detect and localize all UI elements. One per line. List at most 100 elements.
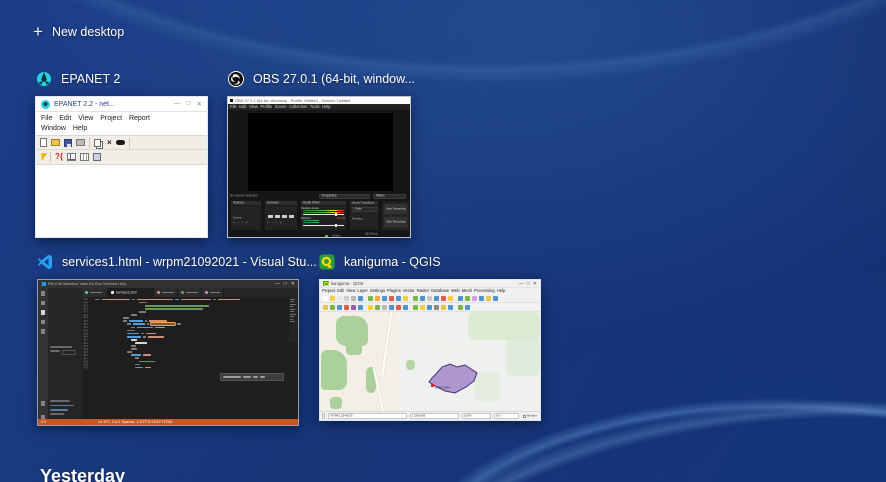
account-icon [40, 401, 46, 406]
qgis-window-controls: — □ ✕ [519, 281, 537, 287]
qgis-tool-icon [337, 304, 342, 310]
qgis-tool-icon [358, 304, 363, 310]
qgis-thumbnail[interactable]: kaniguma - QGIS — □ ✕ Project Edit View … [319, 279, 541, 421]
qgis-tool-icon [441, 304, 446, 310]
window-group-label-obs[interactable]: OBS 27.0.1 (64-bit, window... [228, 71, 415, 87]
obs-properties-chip: Properties [318, 193, 371, 199]
obs-transition-select: Fade [352, 207, 378, 212]
obs-sources-panel: Sources You don't have any sources.Click… [264, 200, 298, 232]
epanet-window-icon [41, 99, 50, 109]
obs-duration-label: Duration [352, 216, 363, 220]
obs-mixer-header: Audio Mixer [303, 201, 320, 205]
obs-audio-meter [303, 209, 344, 211]
vscode-window-controls: — □ ✕ [275, 281, 295, 287]
qgis-toolbar-row1 [320, 294, 540, 303]
vscode-code-lines [93, 298, 287, 369]
qgis-tool-icon [375, 304, 380, 310]
obs-filters-chip: Filters [373, 193, 407, 199]
window-group-label-vscode[interactable]: services1.html - wrpm21092021 - Visual S… [37, 254, 317, 270]
obs-menu-bar: File Edit View Profile Scene Collection … [228, 104, 410, 110]
obs-scenes-panel: Scenes Scene + − ^ v [230, 200, 262, 232]
qgis-tool-icon [403, 295, 408, 301]
new-desktop-label: New desktop [51, 24, 125, 39]
qgis-status-item: 100% [461, 413, 492, 419]
vscode-group-title: services1.html - wrpm21092021 - Visual S… [62, 255, 317, 269]
vscode-sidebar: WRPM21092021 [48, 288, 82, 419]
qgis-tool-icon [448, 304, 453, 310]
explorer-icon [40, 291, 46, 296]
obs-mixer2-label: Mic/Aux [301, 217, 311, 220]
qgis-tool-icon [358, 295, 363, 301]
qgis-status-bar: Type to locate (Ctrl+K) 767842,23450351:… [320, 411, 540, 420]
epanet-workspace [36, 165, 207, 226]
vscode-tab-bar: services1.html [82, 288, 298, 297]
qgis-tool-icon [420, 295, 425, 301]
vscode-editor: 448 449 450 451 452 453 454 455 456 457 … [82, 297, 289, 419]
qgis-tool-icon [465, 295, 470, 301]
open-file-icon [51, 139, 60, 147]
epanet-window-controls: — □ ✕ [174, 100, 202, 108]
epanet-toolbar-standard: × [36, 135, 207, 151]
vscode-find-widget [220, 373, 284, 381]
obs-volume-slider [303, 213, 344, 217]
polygon-label: KANIGUMA [435, 386, 450, 390]
window-group-label-qgis[interactable]: kaniguma - QGIS [319, 254, 441, 270]
obs-status-bar: 0 kb/s 30.00 fps [228, 230, 410, 237]
delete-icon: × [107, 137, 112, 147]
obs-thumbnail[interactable]: OBS 27.0.1 (64-bit, windows) - Profile: … [227, 96, 411, 238]
qgis-tool-icon [403, 304, 408, 310]
qgis-tool-icon [337, 295, 342, 301]
vscode-tab [202, 288, 224, 297]
qgis-tool-icon [351, 304, 356, 310]
epanet-menu-row1: File Edit View Project Report [41, 115, 150, 122]
obs-no-source-label: No source selected [230, 194, 258, 198]
qgis-tool-icon [368, 295, 373, 301]
options-icon [93, 153, 101, 162]
qgis-tool-icon [427, 304, 432, 310]
obs-mixer1-label: Desktop Audio [301, 206, 320, 209]
vscode-status-bar: 0 0 Ln 470, Col 1 Spaces: 4 UTF-8 CRLF H… [38, 419, 298, 425]
qgis-tool-icon [382, 304, 387, 310]
qgis-locate-box: Type to locate (Ctrl+K) [322, 413, 325, 419]
qgis-status-item: Render [522, 413, 540, 419]
obs-audio-meter [303, 222, 344, 224]
run-analysis-icon [38, 153, 48, 162]
obs-sources-header: Sources [267, 201, 279, 205]
minimize-icon: — [274, 281, 280, 287]
maximize-icon: □ [526, 280, 530, 287]
obs-preview-canvas [248, 113, 393, 191]
epanet-window-title: EPANET 2.2 - net... [54, 100, 115, 108]
vscode-app-icon [37, 254, 53, 270]
close-icon: ✕ [290, 281, 295, 287]
vscode-thumbnail[interactable]: File Edit Selection View Go Run Terminal… [37, 279, 299, 426]
qgis-tool-icon [420, 304, 425, 310]
qgis-tool-icon [465, 304, 470, 310]
epanet-title-bar: EPANET 2.2 - net... — □ ✕ [36, 97, 207, 112]
new-desktop-button[interactable]: + New desktop [33, 23, 124, 40]
obs-control-button: Start Streaming [383, 203, 408, 215]
obs-controls-buttons: Start StreamingStart RecordingStart Virt… [382, 202, 409, 231]
qgis-tool-icon [375, 295, 380, 301]
vscode-file-tree [50, 346, 80, 356]
vscode-status-left: 0 0 [41, 419, 47, 424]
vscode-window-icon [41, 281, 46, 287]
obs-sources-toolbar: + − ^ v [267, 220, 283, 225]
qgis-tool-icon [351, 295, 356, 301]
qgis-tool-icon [344, 304, 349, 310]
qgis-tool-icon [330, 295, 335, 301]
obs-dock-row: Scenes Scene + − ^ v Sources You don't h… [228, 200, 410, 232]
vscode-line-numbers: 448 449 450 451 452 453 454 455 456 457 … [83, 297, 89, 370]
epanet-thumbnail[interactable]: EPANET 2.2 - net... — □ ✕ File Edit View… [35, 96, 208, 238]
qgis-tool-icon [441, 295, 446, 301]
maximize-icon: □ [186, 100, 191, 107]
obs-mixer2-db: 0.0 dB [336, 217, 345, 220]
qgis-menu-items: Project Edit View Layer Settings Plugins… [322, 288, 506, 294]
plus-icon: + [33, 22, 43, 41]
qgis-tool-icon [479, 295, 484, 301]
maximize-icon: □ [283, 281, 287, 287]
epanet-app-icon [36, 71, 52, 87]
window-group-label-epanet[interactable]: EPANET 2 [36, 71, 120, 87]
qgis-tool-icon [389, 295, 394, 301]
obs-audio-meter [303, 211, 344, 213]
map-marker [431, 384, 434, 387]
